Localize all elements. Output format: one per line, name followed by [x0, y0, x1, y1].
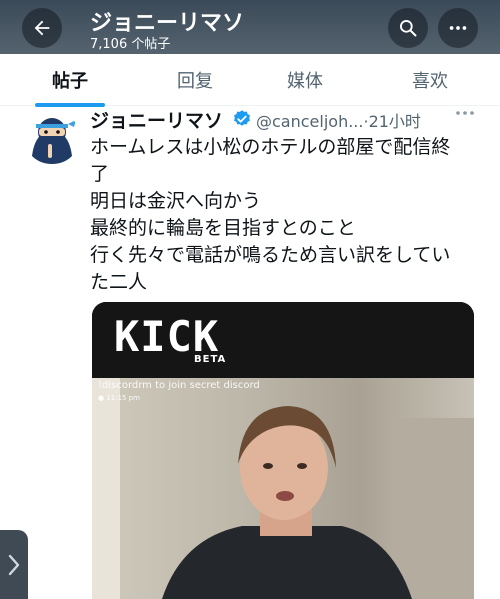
ninja-avatar-icon — [24, 110, 80, 166]
side-drawer-handle[interactable] — [0, 530, 28, 599]
tab-posts[interactable]: 帖子 — [20, 54, 120, 106]
tab-replies[interactable]: 回复 — [145, 54, 245, 106]
search-icon — [400, 20, 417, 37]
post-text-line: 了 — [90, 163, 110, 185]
arrow-left-icon — [34, 20, 50, 36]
author-name[interactable]: ジョニーリマソ — [90, 106, 223, 133]
kick-beta-label: BETA — [194, 354, 227, 365]
stream-overlay-text: !discordrm to join secret discord — [98, 380, 260, 391]
back-button[interactable] — [22, 8, 62, 48]
post-text-line: 行く先々で電話が鳴るため言い訳をしてい — [90, 244, 451, 266]
tab-likes[interactable]: 喜欢 — [380, 54, 480, 106]
more-dots-icon — [456, 111, 474, 115]
post-text-line: 最終的に輪島を目指すとのこと — [90, 217, 356, 239]
stream-frame: !discordrm to join secret discord ● 11:1… — [92, 378, 474, 599]
author-handle[interactable]: @canceljoh... — [256, 112, 363, 131]
more-options-button[interactable] — [438, 8, 478, 48]
profile-header: ジョニーリマソ 7,106 个帖子 — [0, 0, 500, 54]
more-horizontal-icon — [449, 26, 467, 30]
stream-overlay-time: ● 11:15 pm — [98, 394, 140, 402]
search-button[interactable] — [388, 8, 428, 48]
post-body: ホームレスは小松のホテルの部屋で配信終 了 明日は金沢へ向かう 最終的に輪島を目… — [90, 134, 490, 296]
chevron-right-icon — [8, 554, 20, 575]
post-count: 7,106 个帖子 — [90, 37, 171, 52]
post-time[interactable]: 21小时 — [369, 112, 421, 131]
verified-badge-icon — [234, 110, 250, 126]
person-figure — [92, 378, 474, 599]
post-text-line: 明日は金沢へ向かう — [90, 190, 262, 212]
post-media-image[interactable]: KICK BETA !discordrm to join secret disc… — [92, 302, 474, 599]
profile-tabs: 帖子 回复 媒体 喜欢 — [0, 54, 500, 107]
tab-media[interactable]: 媒体 — [255, 54, 355, 106]
post-more-button[interactable] — [454, 104, 476, 125]
post-meta: @canceljoh...·21小时 — [256, 108, 421, 132]
post-text-line: ホームレスは小松のホテルの部屋で配信終 — [90, 136, 451, 158]
avatar[interactable] — [24, 110, 80, 166]
post-text-line: た二人 — [90, 271, 148, 293]
stream-banner: KICK BETA — [92, 302, 474, 378]
